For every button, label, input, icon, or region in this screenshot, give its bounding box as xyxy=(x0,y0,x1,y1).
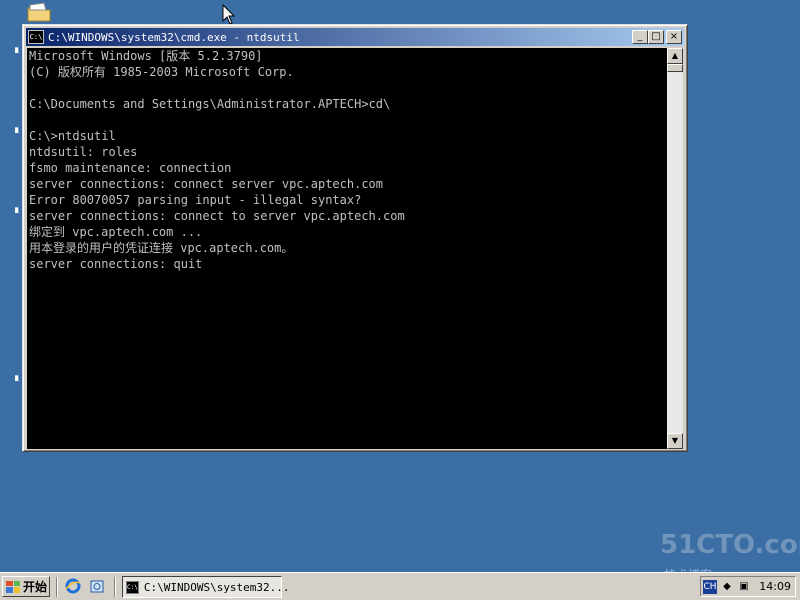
system-tray: CH ◆ ▣ 14:09 xyxy=(700,576,796,597)
scroll-down-button[interactable]: ▼ xyxy=(667,433,683,449)
clock[interactable]: 14:09 xyxy=(759,580,791,593)
watermark-logo: 51CTO.com xyxy=(660,530,800,560)
console-line: server connections: connect to server vp… xyxy=(29,209,405,223)
console-output[interactable]: Microsoft Windows [版本 5.2.3790] (C) 版权所有… xyxy=(27,48,667,449)
cmd-icon[interactable]: C:\ xyxy=(28,30,44,44)
console-line: Error 80070057 parsing input - illegal s… xyxy=(29,193,362,207)
taskbar-item-label: C:\WINDOWS\system32... xyxy=(143,580,290,594)
taskbar-separator xyxy=(114,577,116,597)
tray-icon[interactable]: ◆ xyxy=(720,580,734,594)
console-line: 用本登录的用户的凭证连接 vpc.aptech.com。 xyxy=(29,241,294,255)
taskbar-separator xyxy=(56,577,58,597)
window-title: C:\WINDOWS\system32\cmd.exe - ntdsutil xyxy=(48,30,300,44)
taskbar-item-cmd[interactable]: C:\ C:\WINDOWS\system32... xyxy=(122,576,290,598)
start-label: 开始 xyxy=(23,580,48,594)
console-line: fsmo maintenance: connection xyxy=(29,161,232,175)
maximize-button[interactable]: □ xyxy=(648,30,664,44)
console-line: server connections: quit xyxy=(29,257,203,271)
explorer-icon[interactable] xyxy=(88,578,106,596)
cmd-icon: C:\ xyxy=(126,580,139,594)
scroll-up-button[interactable]: ▲ xyxy=(667,48,683,64)
tray-icon[interactable]: ▣ xyxy=(737,580,751,594)
title-bar[interactable]: C:\ C:\WINDOWS\system32\cmd.exe - ntdsut… xyxy=(26,28,684,46)
console-line: 绑定到 vpc.aptech.com ... xyxy=(29,225,203,239)
ie-icon[interactable] xyxy=(64,578,82,596)
console-line: Microsoft Windows [版本 5.2.3790] xyxy=(29,49,263,63)
close-button[interactable]: × xyxy=(666,30,682,44)
language-indicator[interactable]: CH xyxy=(703,579,717,594)
start-button[interactable]: 开始 xyxy=(2,576,50,597)
vertical-scrollbar[interactable]: ▲ ▼ xyxy=(667,48,683,449)
cmd-window[interactable]: C:\ C:\WINDOWS\system32\cmd.exe - ntdsut… xyxy=(22,24,688,452)
console-line: C:\>ntdsutil xyxy=(29,129,116,143)
mouse-cursor-icon xyxy=(222,3,236,26)
windows-flag-icon xyxy=(6,580,20,593)
console-line: ntdsutil: roles xyxy=(29,145,138,159)
console-line: (C) 版权所有 1985-2003 Microsoft Corp. xyxy=(29,65,294,79)
console-line: server connections: connect server vpc.a… xyxy=(29,177,384,191)
desktop-folder-icon[interactable] xyxy=(26,2,52,22)
taskbar: 开始 C:\ C:\WINDOWS\system32... CH ◆ ▣ 14:… xyxy=(0,572,800,600)
minimize-button[interactable]: _ xyxy=(632,30,648,44)
console-line: C:\Documents and Settings\Administrator.… xyxy=(29,97,391,111)
scroll-thumb[interactable] xyxy=(667,64,683,72)
